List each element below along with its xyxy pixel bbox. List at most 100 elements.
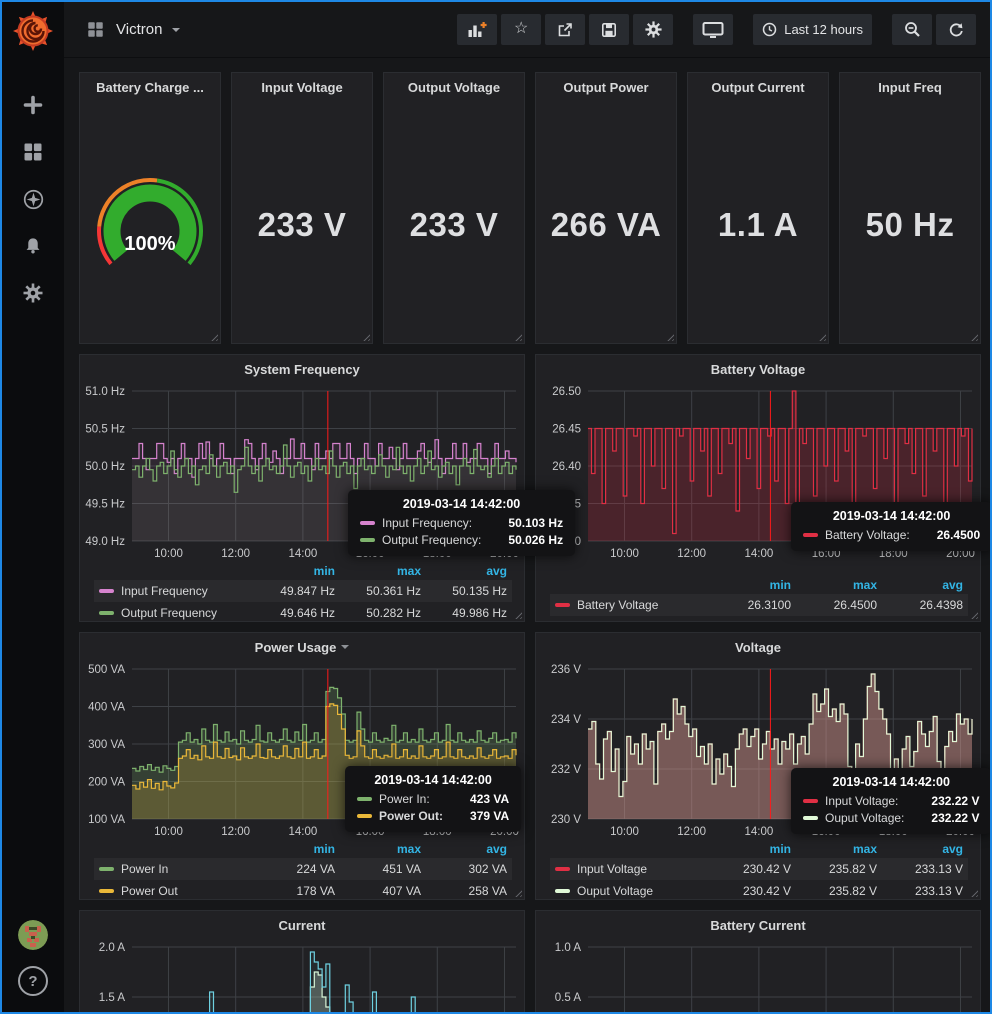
svg-text:2.0 A: 2.0 A (99, 942, 126, 954)
panel-title[interactable]: Input Freq (840, 73, 980, 101)
legend-header-avg[interactable]: avg (877, 578, 963, 592)
tooltip-timestamp: 2019-03-14 14:42:00 (360, 497, 563, 511)
legend-series-swatch (555, 603, 570, 607)
dashboard-title-caret-icon[interactable] (172, 28, 180, 36)
panel-title[interactable]: Battery Current (536, 911, 980, 939)
legend-series-toggle[interactable]: Input Frequency (99, 584, 249, 598)
panel-title[interactable]: Battery Voltage (536, 355, 980, 383)
legend-value: 235.82 V (791, 862, 877, 876)
legend-header-max[interactable]: max (335, 564, 421, 578)
panel-current: Current2.0 A1.5 A1.0 A0.5 A10:0012:0014:… (79, 910, 525, 1012)
panel-title[interactable]: Battery Charge ... (80, 73, 220, 101)
legend-value: 26.4398 (877, 598, 963, 612)
tooltip-series-swatch (360, 538, 375, 542)
star-button[interactable]: ☆ (501, 14, 541, 45)
legend-header-min[interactable]: min (249, 842, 335, 856)
refresh-button[interactable] (936, 14, 976, 45)
legend-series-toggle[interactable]: Battery Voltage (555, 598, 705, 612)
svg-text:0.5 A: 0.5 A (555, 992, 582, 1004)
chart-tooltip: 2019-03-14 14:42:00Power In:423 VAPower … (345, 766, 521, 832)
panel-title[interactable]: Current (80, 911, 524, 939)
legend-header-avg[interactable]: avg (421, 564, 507, 578)
legend-series-toggle[interactable]: Output Frequency (99, 606, 249, 620)
tooltip-timestamp: 2019-03-14 14:42:00 (803, 775, 979, 789)
panel-title[interactable]: Output Voltage (384, 73, 524, 101)
panel-title[interactable]: Voltage (536, 633, 980, 661)
panel-title-text: Output Power (563, 80, 648, 95)
dashboard-title[interactable]: Victron (116, 21, 162, 38)
panel-title[interactable]: Power Usage (80, 633, 524, 661)
panel-title[interactable]: Output Current (688, 73, 828, 101)
time-range-label: Last 12 hours (784, 22, 863, 37)
save-button[interactable] (589, 14, 629, 45)
add-panel-button[interactable] (457, 14, 497, 45)
svg-text:26.50: 26.50 (552, 386, 581, 398)
svg-text:230 V: 230 V (551, 814, 581, 826)
legend-series-toggle[interactable]: Input Voltage (555, 862, 705, 876)
legend-series-swatch (99, 589, 114, 593)
tooltip-series-swatch (803, 799, 818, 803)
legend-series-name: Power In (121, 862, 168, 876)
configuration-gear-icon[interactable] (22, 282, 44, 304)
grafana-logo[interactable] (12, 10, 54, 52)
stat-value: 1.1 A (688, 101, 828, 343)
dashboards-icon[interactable] (22, 141, 44, 163)
panel-menu-caret-icon[interactable] (341, 645, 349, 653)
chart-plot-battery-current[interactable]: 1.0 A0.5 A10:0012:0014:0016:0018:0020:00 (536, 939, 980, 1012)
panel-title[interactable]: Output Power (536, 73, 676, 101)
panel-voltage: Voltage236 V234 V232 V230 V10:0012:0014:… (535, 632, 981, 900)
legend-value: 224 VA (249, 862, 335, 876)
legend-header-row: minmaxavg (550, 575, 968, 594)
share-button[interactable] (545, 14, 585, 45)
legend-series-name: Battery Voltage (577, 598, 658, 612)
legend-header-max[interactable]: max (791, 578, 877, 592)
tooltip-series-row: Ouput Voltage:232.22 V (803, 811, 979, 825)
legend-series-toggle[interactable]: Power In (99, 862, 249, 876)
svg-text:100%: 100% (124, 233, 175, 255)
zoom-out-button[interactable] (892, 14, 932, 45)
chart-plot-current[interactable]: 2.0 A1.5 A1.0 A0.5 A10:0012:0014:0016:00… (80, 939, 524, 1012)
legend-series-swatch (99, 889, 114, 893)
legend-header-min[interactable]: min (705, 842, 791, 856)
legend-value: 230.42 V (705, 884, 791, 898)
tooltip-series-label: Input Voltage: (825, 794, 898, 808)
time-range-picker[interactable]: Last 12 hours (753, 14, 872, 45)
panel-battery-voltage: Battery Voltage26.5026.4526.4026.3526.30… (535, 354, 981, 622)
svg-text:12:00: 12:00 (221, 548, 250, 560)
tv-cycle-button[interactable] (693, 14, 733, 45)
tooltip-timestamp: 2019-03-14 14:42:00 (357, 773, 509, 787)
svg-text:10:00: 10:00 (610, 826, 639, 838)
panel-title[interactable]: Input Voltage (232, 73, 372, 101)
legend-header-min[interactable]: min (705, 578, 791, 592)
tooltip-series-value: 423 VA (450, 792, 509, 806)
svg-text:50.0 Hz: 50.0 Hz (85, 461, 125, 473)
help-icon[interactable]: ? (18, 966, 48, 996)
panel-title[interactable]: System Frequency (80, 355, 524, 383)
panel-title-text: System Frequency (244, 362, 360, 377)
alerting-bell-icon[interactable] (22, 235, 44, 257)
explore-compass-icon[interactable] (22, 188, 44, 210)
panel-battery-current: Battery Current1.0 A0.5 A10:0012:0014:00… (535, 910, 981, 1012)
chart-legend: minmaxavgInput Frequency49.847 Hz50.361 … (80, 561, 524, 629)
legend-value: 26.3100 (705, 598, 791, 612)
legend-series-toggle[interactable]: Power Out (99, 884, 249, 898)
legend-header-avg[interactable]: avg (877, 842, 963, 856)
legend-row: Ouput Voltage230.42 V235.82 V233.13 V (550, 880, 968, 902)
tooltip-series-row: Power Out:379 VA (357, 809, 509, 823)
svg-text:12:00: 12:00 (677, 826, 706, 838)
legend-value: 233.13 V (877, 884, 963, 898)
legend-value: 302 VA (421, 862, 507, 876)
user-avatar[interactable] (18, 920, 48, 950)
svg-text:10:00: 10:00 (610, 548, 639, 560)
svg-text:26.40: 26.40 (552, 461, 581, 473)
tooltip-series-value: 50.103 Hz (488, 516, 563, 530)
legend-header-avg[interactable]: avg (421, 842, 507, 856)
legend-header-min[interactable]: min (249, 564, 335, 578)
legend-series-toggle[interactable]: Ouput Voltage (555, 884, 705, 898)
create-plus-icon[interactable] (22, 94, 44, 116)
panel-title-text: Power Usage (255, 640, 337, 655)
settings-gear-button[interactable] (633, 14, 673, 45)
legend-header-max[interactable]: max (791, 842, 877, 856)
legend-row: Output Frequency49.646 Hz50.282 Hz49.986… (94, 602, 512, 624)
legend-header-max[interactable]: max (335, 842, 421, 856)
